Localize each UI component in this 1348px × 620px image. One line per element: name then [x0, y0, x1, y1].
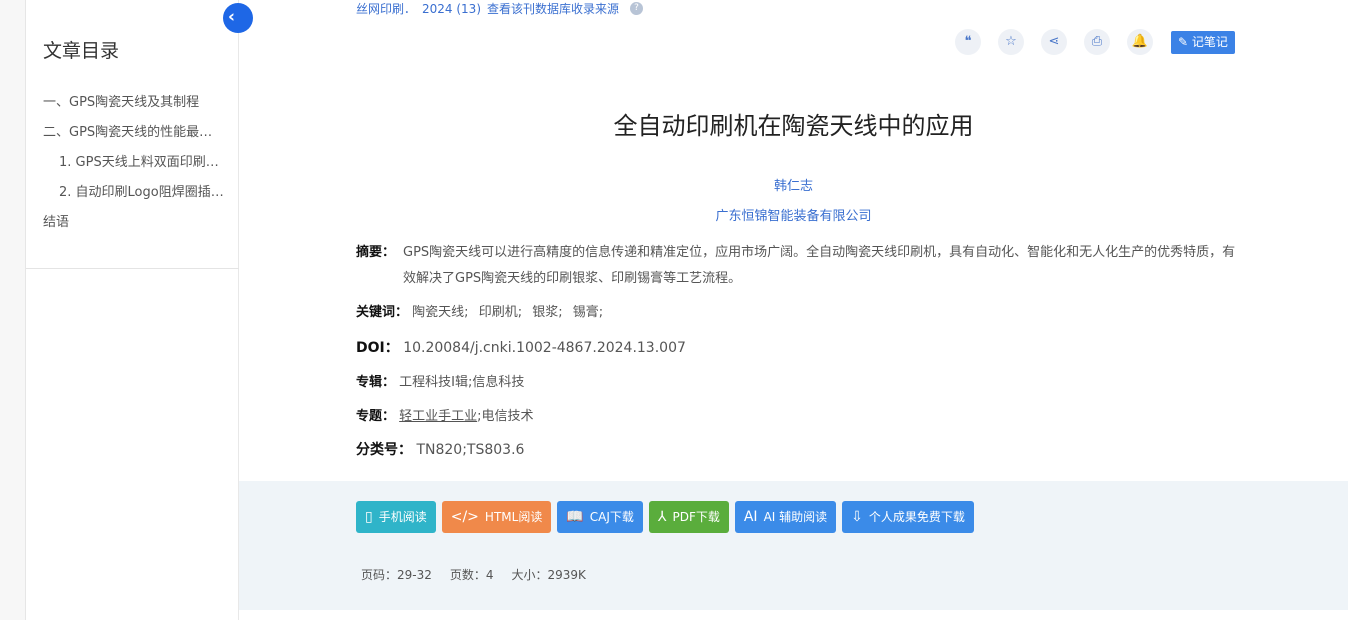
source-line: 丝网印刷． 2024 (13) 查看该刊数据库收录来源 ? — [356, 0, 644, 17]
keywords-row: 关键词： 陶瓷天线; 印刷机; 银浆; 锡膏; — [356, 301, 1236, 320]
subject-label: 专题： — [356, 409, 396, 424]
journal-link[interactable]: 丝网印刷． — [356, 0, 416, 17]
article-main: 丝网印刷． 2024 (13) 查看该刊数据库收录来源 ? ❝ ☆ ⋖ ⎙ 🔔 … — [239, 0, 1348, 620]
keywords-label: 关键词： — [356, 305, 409, 320]
personal-download-button[interactable]: ⇩ 个人成果免费下载 — [842, 501, 974, 533]
button-label: PDF下载 — [672, 510, 720, 524]
toc-title: 文章目录 — [43, 40, 120, 62]
author-name[interactable]: 韩仁志 — [774, 179, 813, 194]
collapse-sidebar-button[interactable]: ‹ — [223, 3, 253, 33]
series-label: 专辑： — [356, 375, 396, 390]
pdf-download-button[interactable]: ⅄ PDF下载 — [648, 501, 729, 533]
toc-item[interactable]: 2. 自动印刷Logo阻焊圈插件机 — [26, 182, 239, 212]
subject-value: ;电信技术 — [477, 409, 534, 424]
ai-icon: AI — [743, 509, 758, 525]
help-icon[interactable]: ? — [630, 2, 644, 15]
phone-icon: ▯ — [365, 509, 373, 525]
download-buttons: ▯ 手机阅读 </> HTML阅读 📖 CAJ下载 ⅄ PDF下载 AI AI … — [356, 501, 974, 533]
series-value: 工程科技Ⅰ辑;信息科技 — [399, 375, 525, 390]
file-size: 大小：2939K — [511, 568, 586, 582]
page-count: 页数：4 — [449, 568, 494, 582]
button-label: AI 辅助阅读 — [763, 510, 828, 524]
article-title: 全自动印刷机在陶瓷天线中的应用 — [613, 112, 974, 140]
article-toolbar: ❝ ☆ ⋖ ⎙ 🔔 ✎ 记笔记 — [955, 29, 1235, 55]
caj-download-button[interactable]: 📖 CAJ下载 — [557, 501, 643, 533]
pencil-icon: ✎ — [1178, 34, 1189, 49]
classification-row: 分类号： TN820;TS803.6 — [356, 439, 1236, 459]
favorite-icon[interactable]: ☆ — [998, 29, 1024, 55]
left-edge-strip — [0, 0, 26, 620]
ai-reading-button[interactable]: AI AI 辅助阅读 — [734, 501, 837, 533]
keyword-link[interactable]: 锡膏; — [573, 305, 603, 320]
keyword-link[interactable]: 银浆; — [532, 305, 562, 320]
mobile-read-button[interactable]: ▯ 手机阅读 — [356, 501, 436, 533]
doi-value: 10.20084/j.cnki.1002-4867.2024.13.007 — [403, 340, 686, 356]
button-label: 手机阅读 — [378, 510, 427, 524]
toc-item[interactable]: 1. GPS天线上料双面印刷一体机 — [26, 152, 239, 182]
button-label: CAJ下载 — [589, 510, 634, 524]
classification-value: TN820;TS803.6 — [416, 442, 525, 458]
page-range: 页码：29-32 — [361, 568, 432, 582]
download-icon: ⇩ — [851, 509, 863, 525]
toc-item[interactable]: 二、GPS陶瓷天线的性能最重要的影响因素 — [26, 122, 239, 152]
quote-icon[interactable]: ❝ — [955, 29, 981, 55]
chevron-left-icon: ‹ — [228, 7, 236, 27]
doi-label: DOI： — [356, 340, 399, 356]
database-source-link[interactable]: 查看该刊数据库收录来源 — [487, 0, 619, 17]
organization-link: 广东恒锦智能装备有限公司 — [239, 205, 1348, 224]
sidebar-divider — [26, 268, 239, 269]
issue-link[interactable]: 2024 (13) — [422, 2, 481, 16]
bell-icon[interactable]: 🔔 — [1127, 29, 1153, 55]
abstract-text: GPS陶瓷天线可以进行高精度的信息传递和精准定位，应用市场广阔。全自动陶瓷天线印… — [403, 245, 1236, 286]
series-row: 专辑： 工程科技Ⅰ辑;信息科技 — [356, 371, 1236, 390]
keyword-link[interactable]: 印刷机; — [479, 305, 522, 320]
pdf-icon: ⅄ — [657, 509, 667, 525]
toc-list: 一、GPS陶瓷天线及其制程 二、GPS陶瓷天线的性能最重要的影响因素 1. GP… — [26, 92, 239, 242]
download-band: ▯ 手机阅读 </> HTML阅读 📖 CAJ下载 ⅄ PDF下载 AI AI … — [239, 481, 1348, 610]
share-icon[interactable]: ⋖ — [1041, 29, 1067, 55]
keyword-link[interactable]: 陶瓷天线; — [412, 305, 468, 320]
toc-item[interactable]: 结语 — [26, 212, 239, 242]
toc-item[interactable]: 一、GPS陶瓷天线及其制程 — [26, 92, 239, 122]
note-label: 记笔记 — [1191, 34, 1228, 49]
doi-row: DOI： 10.20084/j.cnki.1002-4867.2024.13.0… — [356, 337, 1236, 357]
organization-name[interactable]: 广东恒锦智能装备有限公司 — [715, 209, 871, 224]
code-icon: </> — [450, 509, 479, 525]
take-note-button[interactable]: ✎ 记笔记 — [1171, 30, 1235, 54]
button-label: HTML阅读 — [484, 510, 543, 524]
book-icon: 📖 — [566, 509, 584, 525]
subject-link[interactable]: 轻工业手工业 — [399, 409, 477, 424]
toc-sidebar: 文章目录 一、GPS陶瓷天线及其制程 二、GPS陶瓷天线的性能最重要的影响因素 … — [26, 0, 239, 620]
print-icon[interactable]: ⎙ — [1084, 29, 1110, 55]
classification-label: 分类号： — [356, 442, 412, 458]
author-link: 韩仁志 — [239, 175, 1348, 194]
abstract-row: 摘要： GPS陶瓷天线可以进行高精度的信息传递和精准定位，应用市场广阔。全自动陶… — [356, 240, 1236, 292]
subject-row: 专题： 轻工业手工业;电信技术 — [356, 405, 1236, 424]
abstract-label: 摘要： — [356, 245, 396, 260]
file-stats: 页码：29-32 页数：4 大小：2939K — [361, 566, 586, 583]
html-read-button[interactable]: </> HTML阅读 — [441, 501, 552, 533]
button-label: 个人成果免费下载 — [868, 510, 965, 524]
